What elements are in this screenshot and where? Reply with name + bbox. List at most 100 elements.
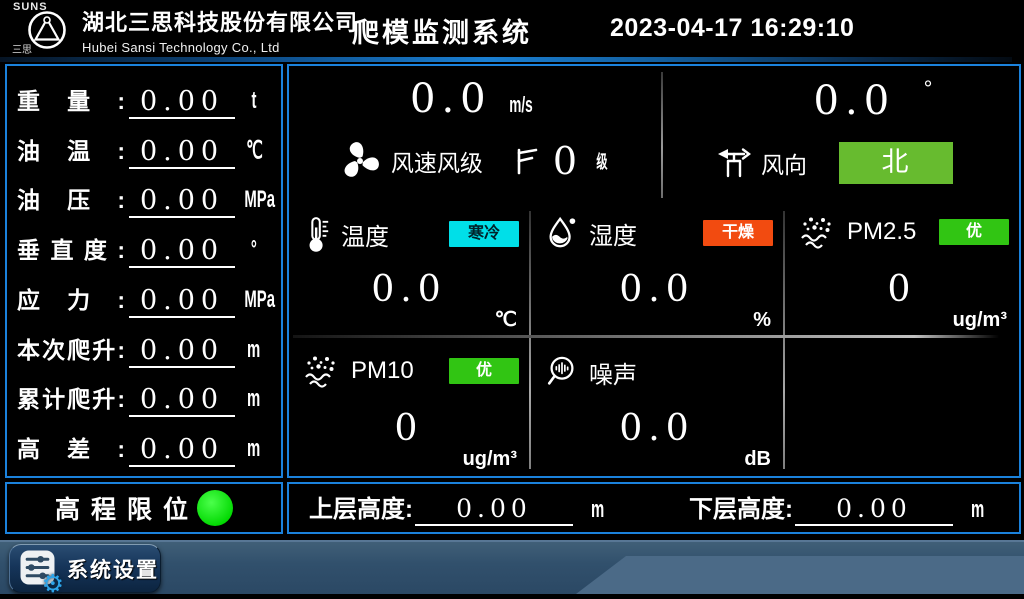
toolbar-accent-stripe [576,556,1024,594]
header: SUNS 三思 湖北三思科技股份有限公司 Hubei Sansi Technol… [0,0,1024,57]
sensor-grid: 温度 寒冷 0.0 ℃ 湿度 干燥 0.0 % [289,203,1019,476]
sensor-name: 湿度 [589,216,637,251]
upper-height-field: 上层高度: 0.00 m [309,484,608,532]
sensor-value: 0.0 [289,269,529,310]
measurement-panel: 重量: 0.00 t 油温: 0.00 ℃ 油压: 0.00 MPa 垂直度: … [5,64,283,478]
environment-panel: 0.0 m/s 风速风级 0 级 [287,64,1021,478]
measure-unit: ° [251,236,257,264]
wind-direction-value: 0.0 [814,78,896,124]
humidity-status-badge: 干燥 [703,220,773,246]
lower-height-value: 0.00 [795,494,953,526]
upper-height-label: 上层高度: [309,489,413,526]
bottom-toolbar: ⚙ 系统设置 [0,540,1024,599]
system-settings-button[interactable]: ⚙ 系统设置 [9,544,161,593]
company-name-cn: 湖北三思科技股份有限公司 [82,5,358,37]
wind-level-icon [515,146,539,176]
company-name-en: Hubei Sansi Technology Co., Ltd [82,40,358,55]
wind-vane-icon [715,146,753,180]
humidity-drop-icon [545,215,579,251]
measure-unit: m [247,385,260,413]
measure-value: 0.00 [129,185,235,218]
sensor-name: PM10 [351,357,414,385]
lower-height-field: 下层高度: 0.00 m [689,484,988,532]
measure-value: 0.00 [129,434,235,467]
temperature-cell: 温度 寒冷 0.0 ℃ [289,203,529,334]
fan-icon [339,140,381,182]
measure-label: 油温: [17,132,125,169]
sensor-unit: ug/m³ [463,448,517,471]
sensor-value: 0.0 [531,269,783,310]
company-name: 湖北三思科技股份有限公司 Hubei Sansi Technology Co.,… [82,5,358,55]
humidity-cell: 湿度 干燥 0.0 % [531,203,783,334]
measure-unit: t [252,87,257,115]
pm25-cell: PM2.5 优 0 ug/m³ [785,203,1019,334]
lower-height-label: 下层高度: [689,489,793,526]
lower-height-unit: m [971,496,984,524]
sensor-name: 温度 [341,217,389,252]
measure-value: 0.00 [129,136,235,169]
elevation-limit-indicator [197,490,233,526]
wind-level-unit: 级 [597,148,608,174]
pm10-cell: PM10 优 0 ug/m³ [289,342,529,473]
measure-row-stress: 应力: 0.00 MPa [17,274,273,318]
measure-row-current-climb: 本次爬升: 0.00 m [17,324,273,368]
measure-unit: m [247,435,260,463]
measure-label: 应力: [17,281,125,318]
wind-speed-section: 0.0 m/s 风速风级 0 级 [289,66,661,203]
sensor-value: 0 [785,269,1019,310]
measure-row-weight: 重量: 0.00 t [17,75,273,119]
upper-height-unit: m [591,496,604,524]
wind-speed-label: 风速风级 [391,144,483,178]
measure-row-verticality: 垂直度: 0.00 ° [17,224,273,268]
sensor-name: PM2.5 [847,218,916,246]
company-logo: SUNS 三思 [10,0,88,57]
datetime-display: 2023-04-17 16:29:10 [610,14,854,43]
elevation-limit-label: 高程限位 [55,490,199,526]
settings-sliders-icon: ⚙ [19,550,56,587]
measure-label: 本次爬升: [17,331,125,368]
header-divider-bar [0,57,1012,62]
sensor-value: 0 [289,408,529,449]
measure-value: 0.00 [129,285,235,318]
wind-speed-value: 0.0 [410,76,492,122]
measure-row-oil-temp: 油温: 0.00 ℃ [17,125,273,169]
measure-label: 累计爬升: [17,380,125,417]
sensor-unit: % [753,309,771,332]
measure-row-height-diff: 高差: 0.00 m [17,423,273,467]
measure-value: 0.00 [129,235,235,268]
measure-value: 0.00 [129,335,235,368]
sensor-name: 噪声 [589,355,637,390]
measure-value: 0.00 [129,86,235,119]
sensor-unit: dB [744,448,771,471]
page-title: 爬模监测系统 [352,11,532,50]
measure-row-total-climb: 累计爬升: 0.00 m [17,373,273,417]
measure-value: 0.00 [129,384,235,417]
upper-height-value: 0.00 [415,494,573,526]
measure-label: 高差: [17,430,125,467]
measure-label: 重量: [17,82,125,119]
dust-particles-icon [799,215,837,249]
suns-logo-icon [26,9,68,51]
measure-unit: ℃ [246,136,263,165]
temperature-status-badge: 寒冷 [449,221,519,247]
sensor-value: 0.0 [531,408,783,449]
wind-speed-unit: m/s [509,92,533,118]
sensor-unit: ug/m³ [953,309,1007,332]
elevation-limit-box: 高程限位 [5,482,283,534]
climbing-formwork-monitor-screen: SUNS 三思 湖北三思科技股份有限公司 Hubei Sansi Technol… [0,0,1024,599]
wind-direction-unit: ° [924,76,933,101]
wind-direction-button[interactable]: 北 [839,142,953,184]
measure-unit: MPa [244,186,275,214]
settings-button-label: 系统设置 [67,554,159,584]
measure-unit: m [247,336,260,364]
empty-cell [785,342,1019,473]
wind-level-value: 0 [553,142,577,180]
thermometer-icon [303,215,331,253]
logo-sansi-text: 三思 [12,41,32,56]
sensor-unit: ℃ [495,307,517,332]
layer-heights-box: 上层高度: 0.00 m 下层高度: 0.00 m [287,482,1021,534]
toolbar-bottom-strip [0,594,1024,599]
measure-row-oil-pressure: 油压: 0.00 MPa [17,174,273,218]
measure-unit: MPa [244,286,275,314]
measure-label: 油压: [17,181,125,218]
